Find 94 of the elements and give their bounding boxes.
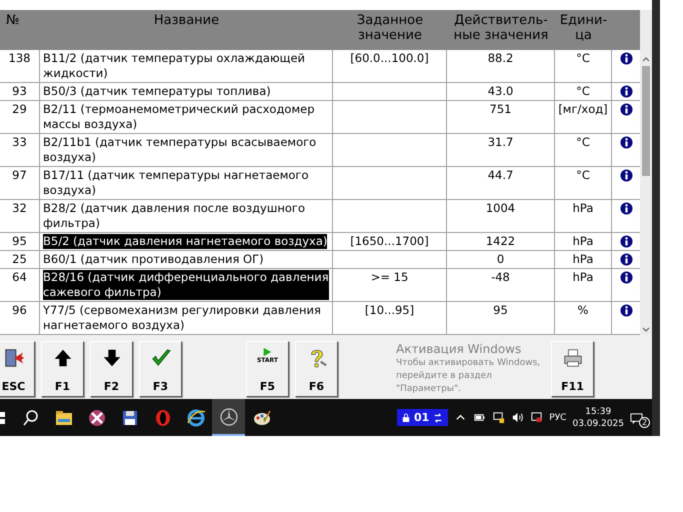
table-cell: 31.7 [488, 135, 514, 149]
table-cell: hPa [572, 201, 594, 215]
column-header: Едини-ца [560, 13, 608, 43]
table-row[interactable]: 33 B2/11b1 (датчик температуры всасываемого воздуха) 31.7 °C [0, 134, 640, 167]
function-key-button[interactable]: F2 [90, 341, 133, 397]
info-icon[interactable] [620, 52, 632, 65]
info-icon[interactable] [620, 304, 632, 317]
table-cell-text: B2/11 (термоанемометрический расходомер массы воздуха) [43, 102, 316, 132]
door-exit-icon [2, 347, 24, 369]
table-cell: °C [576, 84, 590, 98]
table-cell: 96 [12, 303, 27, 317]
column-header: Заданное значение [356, 13, 424, 43]
table-cell: 25 [12, 252, 27, 266]
table-cell: [1650...1700] [350, 234, 429, 248]
table-cell: 93 [12, 84, 27, 98]
table-cell: -48 [491, 270, 510, 284]
table-cell-text: B28/2 (датчик давления после воздушного фильтра) [43, 201, 306, 231]
taskbar-star-button[interactable] [212, 399, 245, 436]
table-cell: 88.2 [488, 51, 514, 65]
function-key-button[interactable]: F1 [41, 341, 84, 397]
table-cell-text: B2/11b1 (датчик температуры всасываемого воздуха) [43, 135, 318, 165]
function-key-button[interactable]: F3 [139, 341, 182, 397]
table-cell: 0 [496, 252, 504, 266]
activation-text: Чтобы активировать Windows, перейдите в раздел "Параметры". [396, 357, 542, 396]
volume-icon[interactable] [511, 411, 524, 424]
table-cell: 95 [493, 303, 508, 317]
table-row[interactable]: 25 B60/1 (датчик противодавления ОГ) 0 hPa [0, 251, 640, 269]
table-cell: °C [576, 51, 590, 65]
function-key-button[interactable]: F11 [551, 341, 594, 397]
table-cell: 97 [12, 168, 27, 182]
table-cell: 751 [490, 102, 512, 116]
table-cell: hPa [572, 234, 594, 248]
table-cell: B60/1 (датчик противодавления ОГ) [43, 252, 264, 267]
table-cell: 1004 [486, 201, 516, 215]
info-icon[interactable] [620, 253, 632, 266]
scrollbar-thumb[interactable] [642, 66, 650, 176]
table-cell: 44.7 [488, 168, 514, 182]
table-cell: B5/2 (датчик давления нагнетаемого воздуха) [43, 234, 328, 249]
column-header: № [6, 13, 20, 28]
table-row[interactable]: 93 B50/3 (датчик температуры топлива) 43.0 °C [0, 83, 640, 101]
info-icon[interactable] [620, 85, 632, 98]
table-cell: [мг/ход] [558, 102, 608, 116]
table-cell: 29 [12, 102, 27, 116]
table-cell: >= 15 [370, 270, 408, 284]
info-icon[interactable] [620, 136, 632, 149]
table-cell: °C [576, 135, 590, 149]
function-key-button[interactable]: F6 [295, 341, 338, 397]
notification-button[interactable]: 2 [630, 410, 648, 426]
table-row[interactable]: 95 B5/2 (датчик давления нагнетаемого воздуха) [1650...1700] 1422 hPa [0, 233, 640, 251]
start-icon[interactable] [0, 410, 8, 426]
clock[interactable]: 15:39 03.09.2025 [572, 406, 624, 430]
info-icon[interactable] [620, 169, 632, 182]
table-cell-text: Y77/5 (сервомеханизм регулировки давления нагнетаемого воздуха) [43, 303, 322, 333]
table-cell: 33 [12, 135, 27, 149]
table-cell: B28/16 (датчик дифференциального давления сажевого фильтра) [43, 270, 329, 300]
column-header: Действитель-ные значения [454, 13, 548, 43]
language-indicator[interactable]: РУС [549, 412, 566, 422]
globe-icon [186, 408, 206, 428]
table-cell: [60.0...100.0] [350, 51, 429, 65]
info-icon[interactable] [620, 202, 632, 215]
table-cell: 32 [12, 201, 27, 215]
table-cell: 43.0 [488, 84, 514, 98]
keyboard-indicator[interactable]: 01 [396, 409, 448, 426]
cross-circle-icon [86, 408, 106, 428]
printer-icon [562, 347, 584, 369]
scrollbar[interactable] [640, 10, 652, 335]
display-icon[interactable] [530, 411, 544, 424]
info-icon[interactable] [620, 235, 632, 248]
table-row[interactable]: 138 B11/2 (датчик температуры охлаждающей жидкости) [60.0...100.0] 88.2 °C [0, 50, 640, 83]
table-cell: 138 [8, 51, 30, 65]
table-cell-text: B11/2 (датчик температуры охлаждающей жидкости) [43, 51, 306, 81]
info-icon[interactable] [620, 103, 632, 116]
table-cell: °C [576, 168, 590, 182]
info-icon[interactable] [620, 271, 632, 284]
activation-title: Активация Windows [396, 341, 522, 357]
search-icon [20, 408, 40, 428]
table-cell: [10...95] [364, 303, 414, 317]
table-row[interactable]: 97 B17/11 (датчик температуры нагнетаемого воздуха) 44.7 °C [0, 167, 640, 200]
table-cell: 64 [12, 270, 27, 284]
table-cell: 1422 [486, 234, 516, 248]
checkmark-icon [150, 347, 172, 369]
table-row[interactable]: 64 B28/16 (датчик дифференциального давления сажевого фильтра) >= 15 -48 hPa [0, 269, 640, 302]
table-cell-text: B17/11 (датчик температуры нагнетаемого воздуха) [43, 168, 310, 198]
function-key-button[interactable]: ESC [0, 341, 35, 397]
table-cell: % [578, 303, 588, 317]
table-row[interactable]: 32 B28/2 (датчик давления после воздушного фильтра) 1004 hPa [0, 200, 640, 233]
network-icon[interactable] [492, 411, 506, 424]
table-cell: 95 [12, 234, 27, 248]
table-row[interactable]: 29 B2/11 (термоанемометрический расходомер массы воздуха) 751 [мг/ход] [0, 101, 640, 134]
table-cell: hPa [572, 252, 594, 266]
table-row[interactable]: 96 Y77/5 (сервомеханизм регулировки давления нагнетаемого воздуха) [10...95] 95 % [0, 302, 640, 335]
table-cell: hPa [572, 270, 594, 284]
column-header: Название [154, 13, 220, 28]
table-cell: B50/3 (датчик температуры топлива) [43, 84, 271, 99]
